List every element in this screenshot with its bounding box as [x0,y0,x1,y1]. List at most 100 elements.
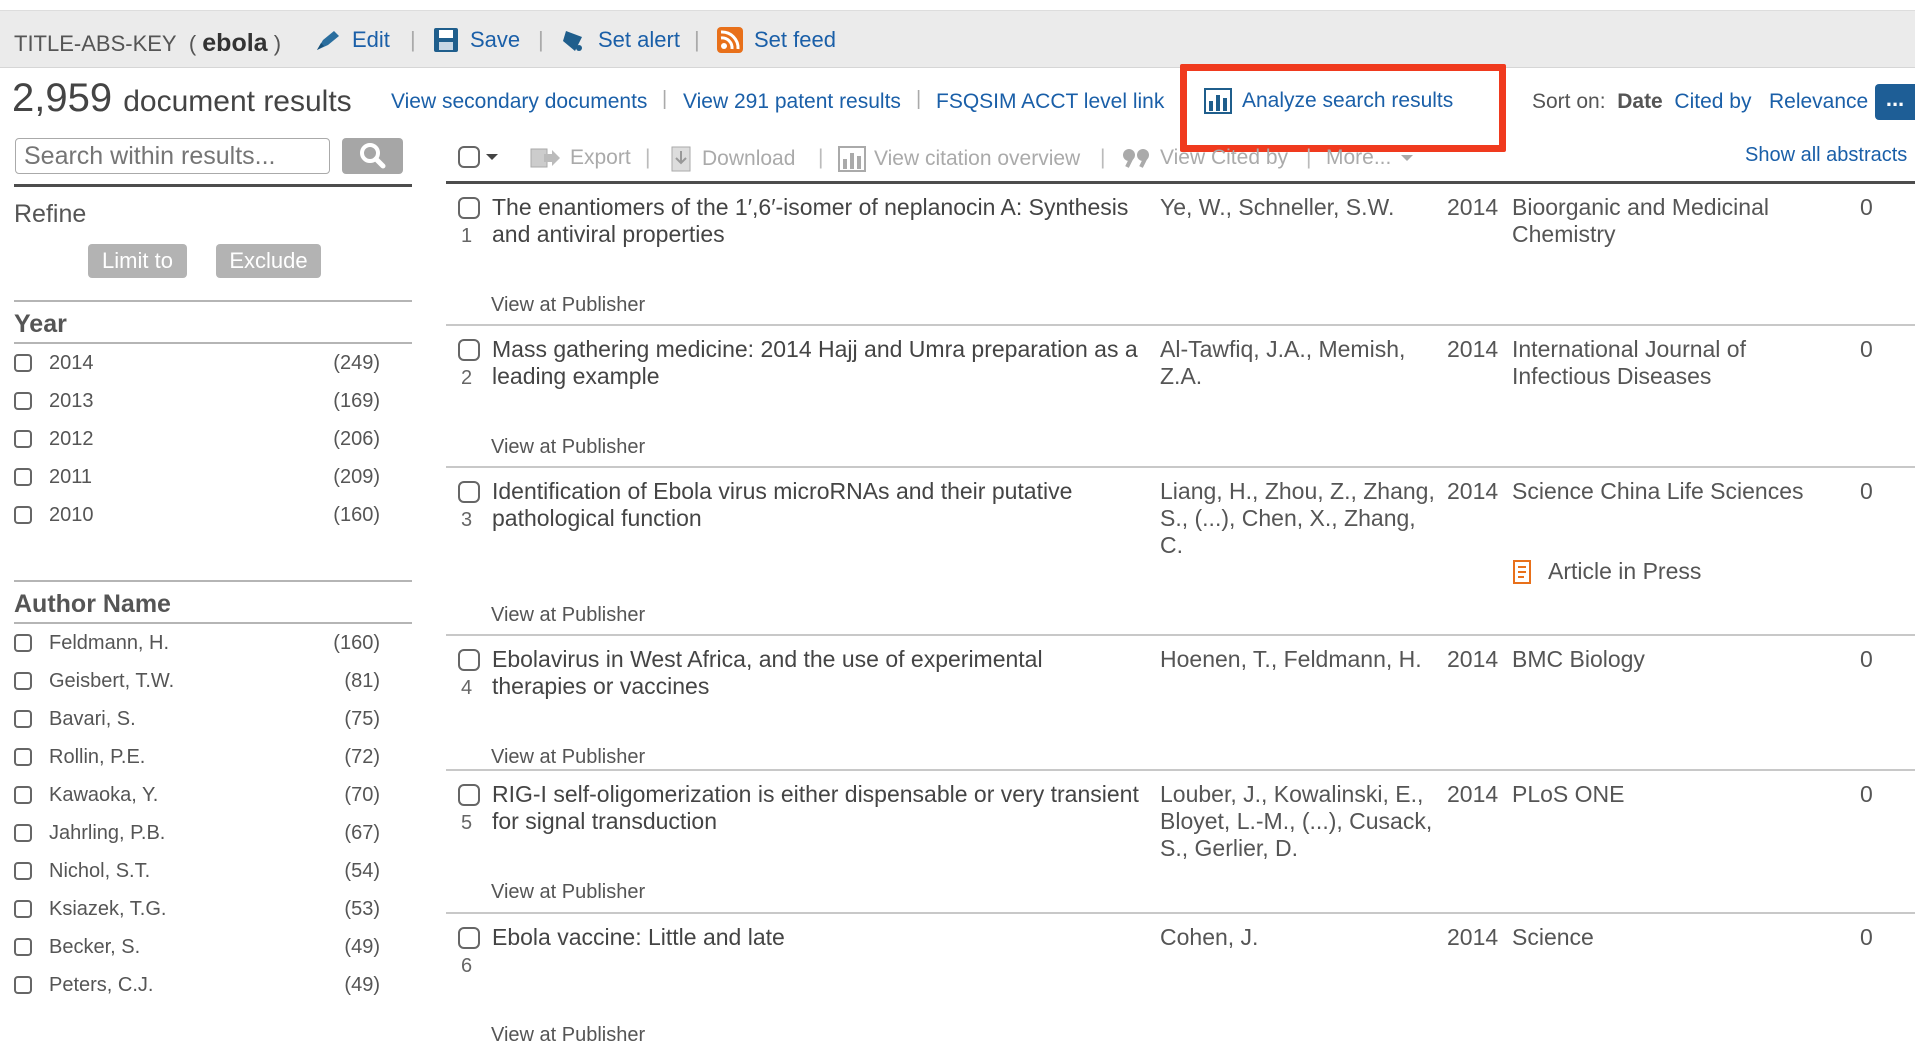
export-label: Export [570,146,631,169]
result-source-link[interactable]: Science China Life Sciences [1512,478,1812,505]
query-open-paren: ( [188,31,197,56]
year-facet-checkbox[interactable] [14,354,32,372]
author-facet-checkbox[interactable] [14,786,32,804]
year-facet-checkbox[interactable] [14,430,32,448]
author-facet-checkbox[interactable] [14,900,32,918]
rss-icon [717,27,743,53]
result-number: 4 [461,677,473,699]
year-facet-item[interactable]: 2011 (209) [14,464,380,494]
result-checkbox[interactable] [458,481,480,503]
result-checkbox[interactable] [458,339,480,361]
result-title-link[interactable]: Identification of Ebola virus microRNAs … [492,478,1142,532]
set-feed-button[interactable]: Set feed [716,27,836,53]
year-facet-item[interactable]: 2014 (249) [14,350,380,380]
limit-to-button[interactable]: Limit to [88,244,187,278]
secondary-documents-link[interactable]: View secondary documents [391,90,647,114]
year-facet-checkbox[interactable] [14,506,32,524]
result-year: 2014 [1447,646,1499,672]
author-facet-item[interactable]: Rollin, P.E. (72) [14,744,380,774]
show-all-abstracts-link[interactable]: Show all abstracts [1745,144,1907,167]
author-facet-title: Author Name [14,590,171,618]
set-alert-button[interactable]: Set alert [560,27,680,53]
export-button[interactable]: Export [530,146,631,170]
row-divider [446,912,1915,914]
author-facet-checkbox[interactable] [14,672,32,690]
result-checkbox[interactable] [458,927,480,949]
result-checkbox[interactable] [458,784,480,806]
view-cited-by-button[interactable]: View Cited by [1122,146,1288,170]
fsqsim-link[interactable]: FSQSIM ACCT level link [936,90,1164,114]
more-menu[interactable]: More... [1326,146,1415,170]
result-source-link[interactable]: Bioorganic and Medicinal Chemistry [1512,194,1812,248]
sort-cited-by[interactable]: Cited by [1674,90,1751,113]
author-facet-item[interactable]: Geisbert, T.W. (81) [14,668,380,698]
view-at-publisher-link[interactable]: View at Publisher [491,294,645,317]
select-all-dropdown[interactable] [458,146,500,168]
result-source-link[interactable]: International Journal of Infectious Dise… [1512,336,1812,390]
result-title-link[interactable]: Mass gathering medicine: 2014 Hajj and U… [492,336,1142,390]
author-facet-count: (160) [333,632,380,654]
save-icon [434,28,458,52]
result-source-link[interactable]: Science [1512,924,1812,951]
edit-button[interactable]: Edit [314,27,390,53]
author-facet-label: Nichol, S.T. [49,860,151,882]
author-facet-checkbox[interactable] [14,710,32,728]
analyze-label: Analyze search results [1242,89,1454,112]
result-number: 1 [461,225,473,247]
result-title-link[interactable]: Ebolavirus in West Africa, and the use o… [492,646,1142,700]
year-facet-checkbox[interactable] [14,392,32,410]
article-in-press-label: Article in Press [1548,558,1702,584]
edit-label: Edit [352,27,390,52]
author-facet-count: (49) [344,936,380,958]
author-facet-checkbox[interactable] [14,824,32,842]
author-facet-checkbox[interactable] [14,976,32,994]
view-at-publisher-link[interactable]: View at Publisher [491,746,645,769]
sort-date[interactable]: Date [1617,90,1663,113]
author-facet-label: Becker, S. [49,936,141,958]
sort-bar: Sort on: Date Cited by Relevance [1532,90,1868,114]
author-facet-item[interactable]: Bavari, S. (75) [14,706,380,736]
result-checkbox[interactable] [458,649,480,671]
year-facet-item[interactable]: 2010 (160) [14,502,380,532]
author-facet-label: Rollin, P.E. [49,746,146,768]
author-facet-item[interactable]: Peters, C.J. (49) [14,972,380,1002]
author-facet-checkbox[interactable] [14,748,32,766]
exclude-button[interactable]: Exclude [216,244,321,278]
result-title-link[interactable]: The enantiomers of the 1′,6′-isomer of n… [492,194,1142,248]
author-facet-label: Peters, C.J. [49,974,154,996]
download-button[interactable]: Download [668,146,795,172]
analyze-search-results-link[interactable]: Analyze search results [1204,88,1453,114]
author-facet-checkbox[interactable] [14,938,32,956]
author-facet-item[interactable]: Becker, S. (49) [14,934,380,964]
author-facet-item[interactable]: Ksiazek, T.G. (53) [14,896,380,926]
search-within-input[interactable] [15,138,330,174]
result-authors: Louber, J., Kowalinski, E., Bloyet, L.-M… [1160,781,1433,861]
result-source-link[interactable]: PLoS ONE [1512,781,1812,808]
view-at-publisher-link[interactable]: View at Publisher [491,881,645,904]
author-facet-item[interactable]: Kawaoka, Y. (70) [14,782,380,812]
result-source-link[interactable]: BMC Biology [1512,646,1812,673]
author-facet-checkbox[interactable] [14,862,32,880]
search-within-button[interactable] [342,138,403,174]
result-cited-by: 0 [1860,336,1873,362]
result-title-link[interactable]: RIG-I self-oligomerization is either dis… [492,781,1142,835]
view-at-publisher-link[interactable]: View at Publisher [491,436,645,459]
result-checkbox[interactable] [458,197,480,219]
sort-relevance[interactable]: Relevance [1769,90,1868,113]
author-facet-label: Jahrling, P.B. [49,822,166,844]
author-facet-item[interactable]: Nichol, S.T. (54) [14,858,380,888]
sort-more-button[interactable]: ... [1875,84,1915,120]
view-at-publisher-link[interactable]: View at Publisher [491,604,645,627]
author-facet-checkbox[interactable] [14,634,32,652]
author-facet-item[interactable]: Feldmann, H. (160) [14,630,380,660]
citation-overview-button[interactable]: View citation overview [838,146,1080,172]
year-facet-item[interactable]: 2013 (169) [14,388,380,418]
author-facet-item[interactable]: Jahrling, P.B. (67) [14,820,380,850]
patent-results-link[interactable]: View 291 patent results [683,90,901,114]
year-facet-item[interactable]: 2012 (206) [14,426,380,456]
result-title-link[interactable]: Ebola vaccine: Little and late [492,924,1142,951]
save-button[interactable]: Save [432,27,520,53]
year-facet-checkbox[interactable] [14,468,32,486]
result-authors: Al-Tawfiq, J.A., Memish, Z.A. [1160,336,1406,389]
select-all-checkbox[interactable] [458,146,480,168]
